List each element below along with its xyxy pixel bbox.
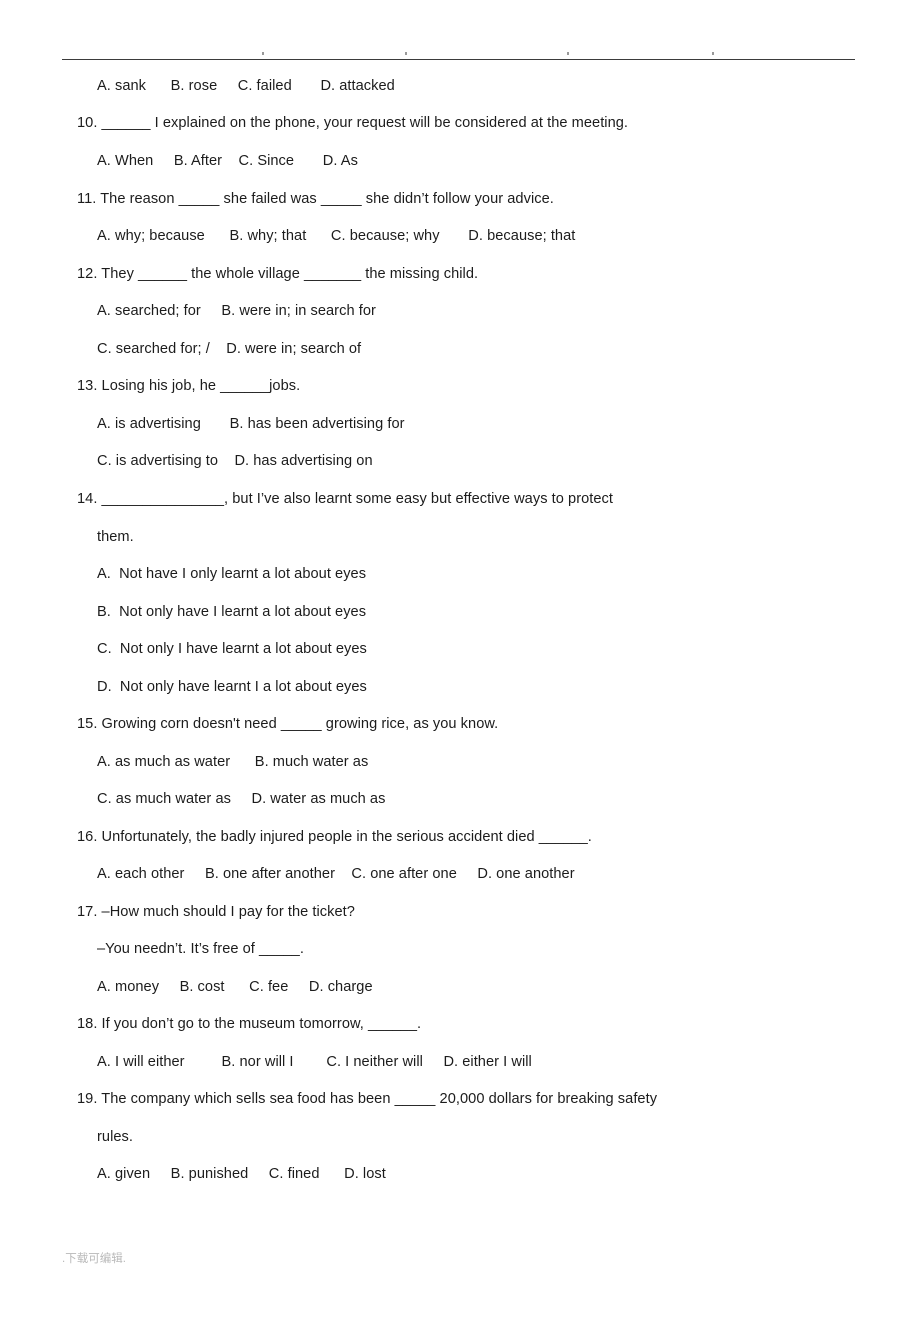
q12_stem: 12. They ______ the whole village ______… xyxy=(77,266,479,282)
q16_stem: 16. Unfortunately, the badly injured peo… xyxy=(77,829,592,845)
footer-watermark: .下载可编辑. xyxy=(62,1253,126,1265)
q13_options_ab: A. is advertising B. has been advertisin… xyxy=(97,416,405,432)
header-divider xyxy=(62,40,855,62)
q14_option_c: C. Not only I have learnt a lot about ey… xyxy=(97,641,367,657)
q14_option_d: D. Not only have learnt I a lot about ey… xyxy=(97,679,367,695)
q15_options_ab: A. as much as water B. much water as xyxy=(97,754,369,770)
header-artifact-mark-3 xyxy=(567,52,569,55)
q11_options: A. why; because B. why; that C. because;… xyxy=(97,228,576,244)
q11_stem: 11. The reason _____ she failed was ____… xyxy=(77,191,554,207)
q14_stem: 14. _______________, but I’ve also learn… xyxy=(77,491,613,507)
q12_options_cd: C. searched for; / D. were in; search of xyxy=(97,341,362,357)
q17_stem: 17. –How much should I pay for the ticke… xyxy=(77,904,355,920)
header-artifact-mark-2 xyxy=(405,52,407,55)
q16_options: A. each other B. one after another C. on… xyxy=(97,866,575,882)
q10_stem: 10. ______ I explained on the phone, you… xyxy=(77,115,629,131)
q18_options: A. I will either B. nor will I C. I neit… xyxy=(97,1054,532,1070)
q14_option_a: A. Not have I only learnt a lot about ey… xyxy=(97,566,367,582)
q14_stem_cont: them. xyxy=(97,529,134,545)
q19_stem_cont: rules. xyxy=(97,1129,133,1145)
q17_stem_cont: –You needn’t. It’s free of _____. xyxy=(97,941,304,957)
header-horizontal-rule xyxy=(62,59,855,60)
q10_options: A. When B. After C. Since D. As xyxy=(97,153,358,169)
q15_stem: 15. Growing corn doesn't need _____ grow… xyxy=(77,716,499,732)
q19_options: A. given B. punished C. fined D. lost xyxy=(97,1166,386,1182)
q09_options: A. sank B. rose C. failed D. attacked xyxy=(97,78,395,94)
q19_stem: 19. The company which sells sea food has… xyxy=(77,1091,658,1107)
q13_options_cd: C. is advertising to D. has advertising … xyxy=(97,453,373,469)
q12_options_ab: A. searched; for B. were in; in search f… xyxy=(97,303,376,319)
q18_stem: 18. If you don’t go to the museum tomorr… xyxy=(77,1016,422,1032)
q14_option_b: B. Not only have I learnt a lot about ey… xyxy=(97,604,367,620)
header-artifact-mark-1 xyxy=(262,52,264,55)
header-artifact-mark-4 xyxy=(712,52,714,55)
q17_options: A. money B. cost C. fee D. charge xyxy=(97,979,373,995)
q15_options_cd: C. as much water as D. water as much as xyxy=(97,791,386,807)
document-page: A. sank B. rose C. failed D. attacked 10.… xyxy=(0,0,920,1329)
q13_stem: 13. Losing his job, he ______jobs. xyxy=(77,378,301,394)
header-clipped-text-artifacts xyxy=(62,40,855,56)
